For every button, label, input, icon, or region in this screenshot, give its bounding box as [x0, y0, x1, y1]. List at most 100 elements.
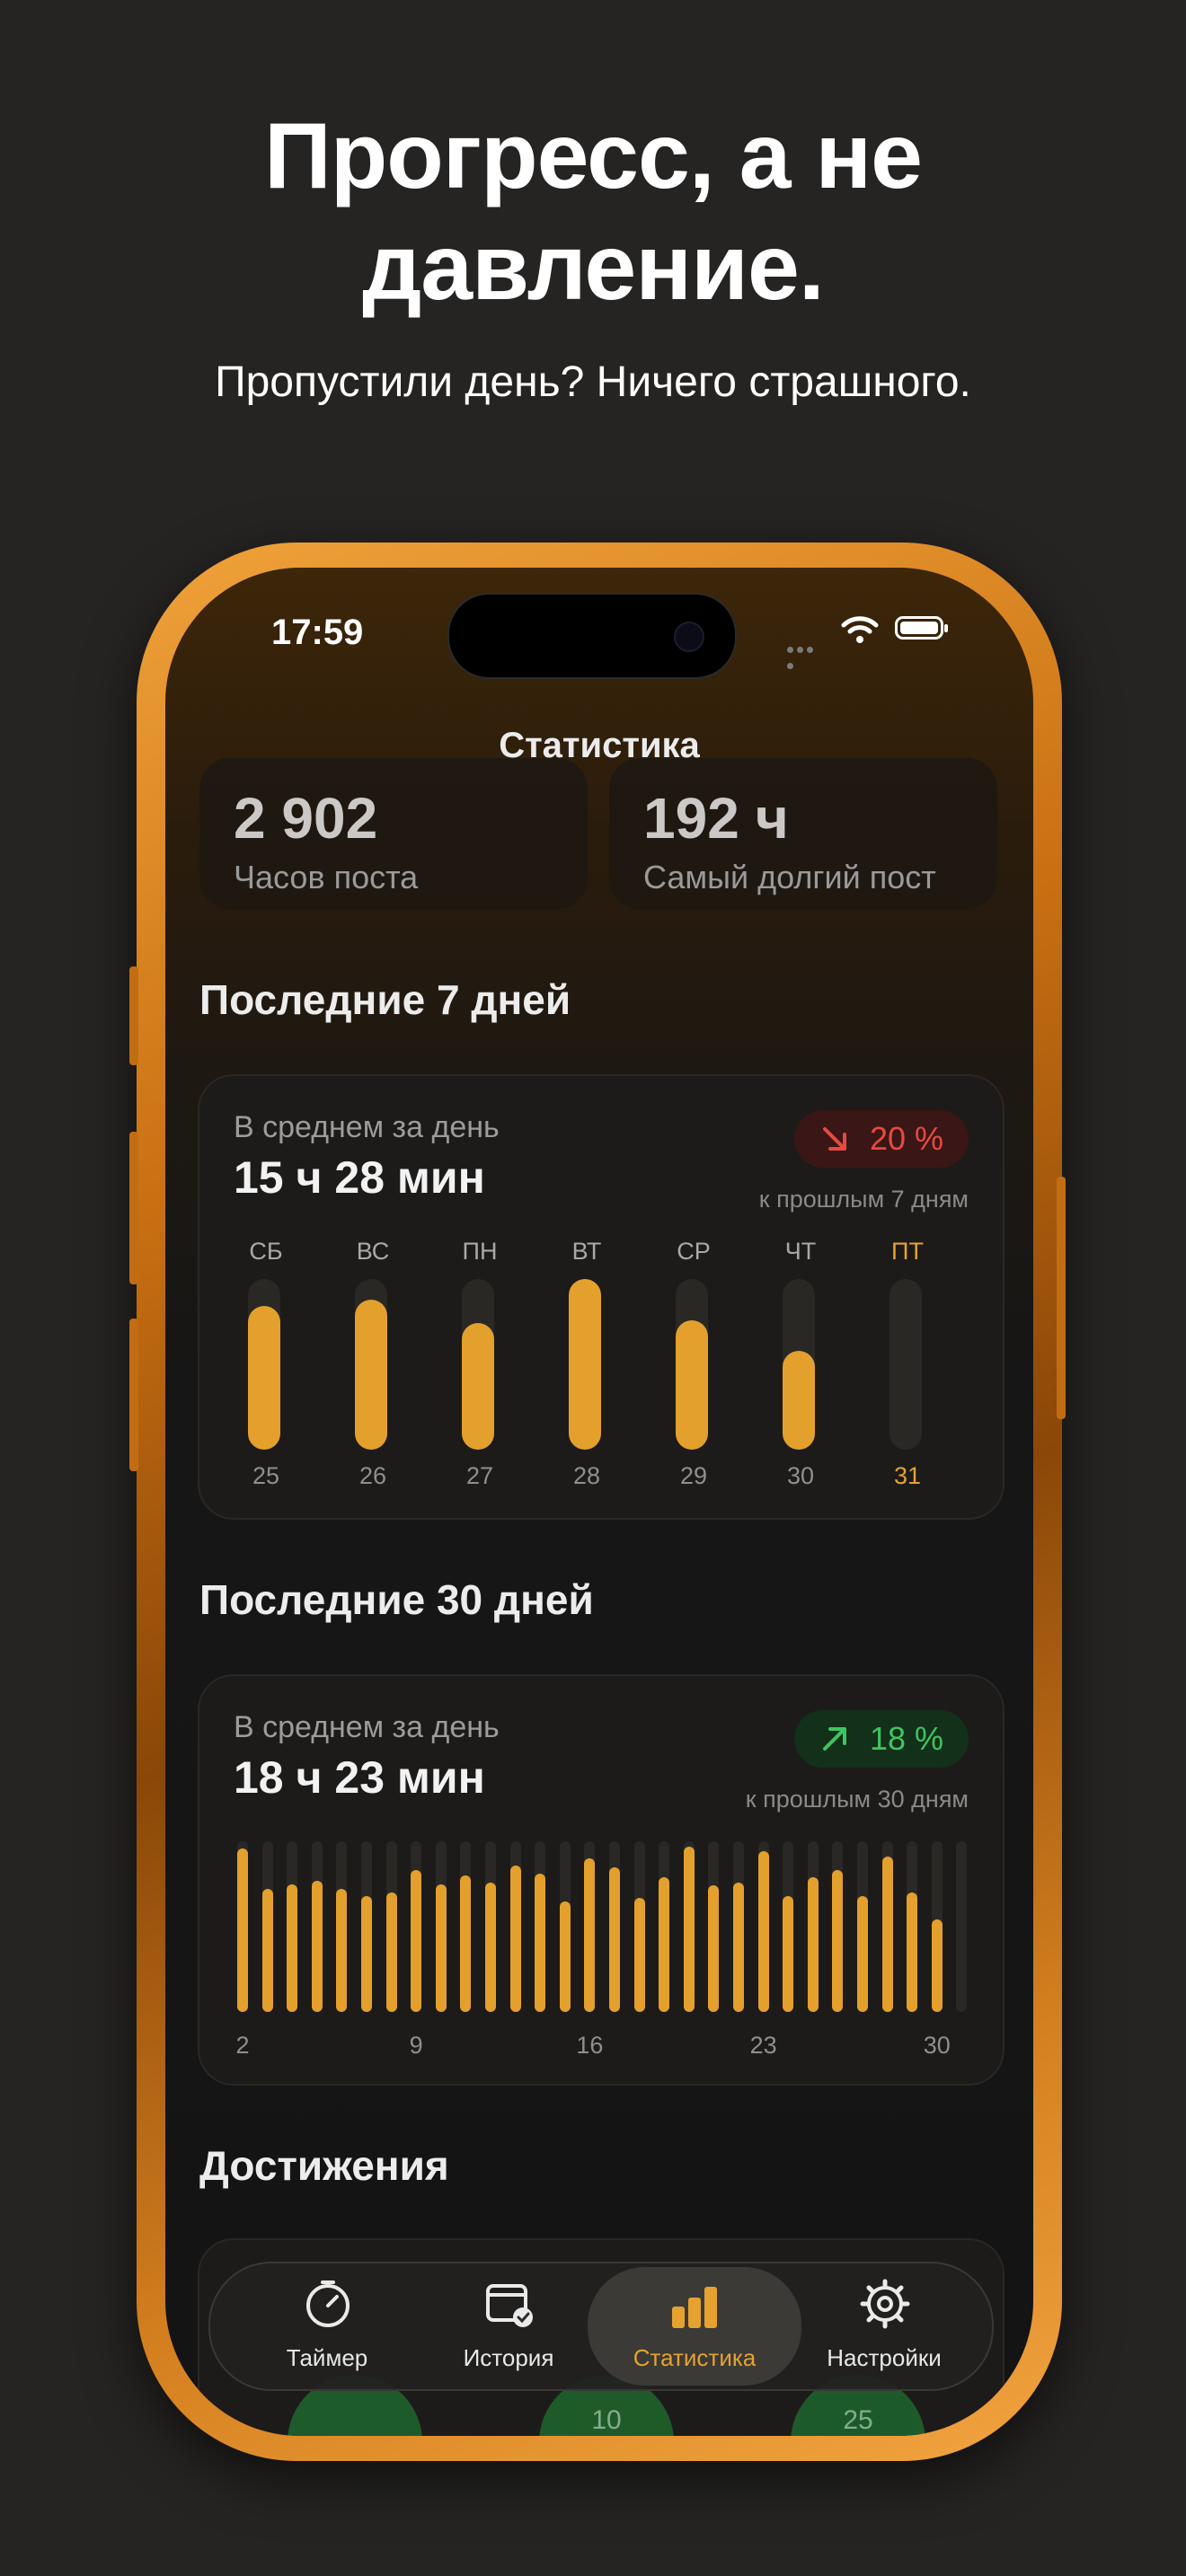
- month-bar: [584, 1858, 596, 2012]
- week-bar-track: [783, 1279, 815, 1450]
- trend-badge-up: 18 %: [793, 1710, 969, 1768]
- month-bar: [485, 1882, 496, 2012]
- stat-card-total-hours: 2 902 Часов поста: [199, 758, 588, 909]
- week-bar-track: [890, 1279, 922, 1450]
- tab-bar: Таймер История Статистика Настройки: [208, 2262, 994, 2391]
- week-date-label: 29: [679, 1462, 708, 1489]
- headline: Прогресс, а не давление.: [0, 101, 1186, 323]
- week-day-label: СБ: [249, 1238, 283, 1265]
- week-date-label: 27: [465, 1462, 494, 1489]
- tab-label: Таймер: [286, 2344, 368, 2371]
- month-bar: [733, 1882, 744, 2012]
- week-date-label: 28: [572, 1462, 601, 1489]
- avg-label: В среднем за день: [234, 1110, 500, 1144]
- month-bar: [361, 1895, 372, 2012]
- month-bar: [261, 1889, 273, 2012]
- subheadline: Пропустили день? Ничего страшного.: [215, 358, 971, 406]
- status-time: 17:59: [271, 613, 364, 652]
- month-axis-label: 30: [923, 2032, 951, 2059]
- tab-history[interactable]: История: [419, 2263, 598, 2389]
- week-day-label: ПН: [462, 1238, 498, 1265]
- compare-label: к прошлым 30 дням: [745, 1786, 969, 1813]
- page-title: Статистика: [499, 726, 700, 765]
- week-bar: [676, 1319, 708, 1450]
- wifi-icon: [841, 616, 879, 643]
- signal-icon: [787, 641, 823, 669]
- avg-label: В среднем за день: [234, 1710, 500, 1744]
- week-bar: [462, 1323, 494, 1450]
- month-bar: [783, 1895, 794, 2012]
- phone-screen: 17:59 2 902 Часов поста 192 ч Самый долг…: [165, 568, 1033, 2436]
- stat-card-longest-fast: 192 ч Самый долгий пост: [609, 758, 997, 909]
- month-bar: [237, 1848, 248, 2012]
- tab-label: Статистика: [633, 2344, 757, 2371]
- week-bar-track: [676, 1279, 708, 1450]
- week-date-label: 31: [893, 1462, 922, 1489]
- month-bar: [633, 1897, 645, 2012]
- headline-line-1: Прогресс, а не: [264, 104, 923, 208]
- month-bar: [311, 1880, 323, 2012]
- week-bar-track: [248, 1279, 280, 1450]
- month-bar-track: [956, 1841, 968, 2012]
- week-bar-track: [569, 1279, 601, 1450]
- week-date-label: 25: [252, 1462, 280, 1489]
- month-axis-label: 2: [235, 2032, 250, 2059]
- section-title-week: Последние 7 дней: [199, 976, 571, 1023]
- month-axis-label: 23: [749, 2032, 777, 2059]
- tab-settings[interactable]: Настройки: [794, 2263, 974, 2389]
- section-title-month: Последние 30 дней: [199, 1576, 594, 1623]
- month-bar: [832, 1870, 844, 2012]
- battery-icon: [895, 616, 948, 640]
- week-bar-track: [462, 1279, 494, 1450]
- month-bar: [336, 1889, 348, 2012]
- dynamic-island: [447, 593, 737, 679]
- phone-side-button: [129, 966, 138, 1065]
- tab-label: История: [463, 2344, 554, 2371]
- stat-label: Часов поста: [234, 859, 419, 895]
- week-date-label: 30: [786, 1462, 815, 1489]
- stat-value: 2 902: [234, 786, 378, 851]
- month-bar: [385, 1892, 397, 2012]
- avg-value: 18 ч 23 мин: [234, 1752, 485, 1803]
- week-day-label: ЧТ: [784, 1238, 817, 1265]
- week-day-label: ВТ: [571, 1238, 602, 1265]
- month-bar: [807, 1876, 819, 2012]
- phone-side-button: [129, 1132, 138, 1284]
- arrow-down-right-icon: [822, 1127, 846, 1151]
- month-bar: [287, 1883, 298, 2012]
- month-bar: [757, 1851, 769, 2012]
- month-bar: [907, 1892, 918, 2012]
- gear-icon: [860, 2279, 910, 2329]
- stat-label: Самый долгий пост: [643, 859, 936, 895]
- month-card: В среднем за день 18 ч 23 мин 18 % к про…: [198, 1674, 1005, 2086]
- compare-label: к прошлым 7 дням: [758, 1186, 969, 1213]
- week-bar-track: [355, 1279, 387, 1450]
- calendar-check-icon: [486, 2284, 533, 2327]
- week-bar: [569, 1279, 601, 1450]
- badge-label: 10: [591, 2405, 622, 2435]
- month-bar: [435, 1883, 447, 2012]
- week-card: В среднем за день 15 ч 28 мин 20 % к про…: [198, 1074, 1005, 1520]
- month-bar: [931, 1919, 943, 2012]
- week-bar: [355, 1299, 387, 1450]
- avg-value: 15 ч 28 мин: [234, 1152, 485, 1203]
- camera-icon: [674, 622, 704, 652]
- bar-chart-icon: [672, 2287, 717, 2328]
- month-bar: [509, 1865, 521, 2012]
- month-bar: [659, 1876, 670, 2012]
- stat-value: 192 ч: [643, 786, 789, 851]
- week-day-label: ВС: [356, 1238, 390, 1265]
- month-bar: [559, 1901, 571, 2012]
- month-bar: [609, 1866, 620, 2012]
- month-axis-label: 9: [409, 2032, 423, 2059]
- month-bar: [881, 1857, 893, 2012]
- month-axis-label: 16: [576, 2032, 604, 2059]
- tab-statistics[interactable]: Статистика: [588, 2267, 801, 2386]
- week-day-label: ПТ: [891, 1238, 924, 1265]
- tab-timer[interactable]: Таймер: [237, 2263, 417, 2389]
- trend-badge-down: 20 %: [793, 1110, 969, 1168]
- section-title-achievements: Достижения: [199, 2142, 449, 2189]
- week-day-label: СР: [677, 1238, 711, 1265]
- week-date-label: 26: [358, 1462, 387, 1489]
- month-bar-chart: [234, 1841, 970, 2012]
